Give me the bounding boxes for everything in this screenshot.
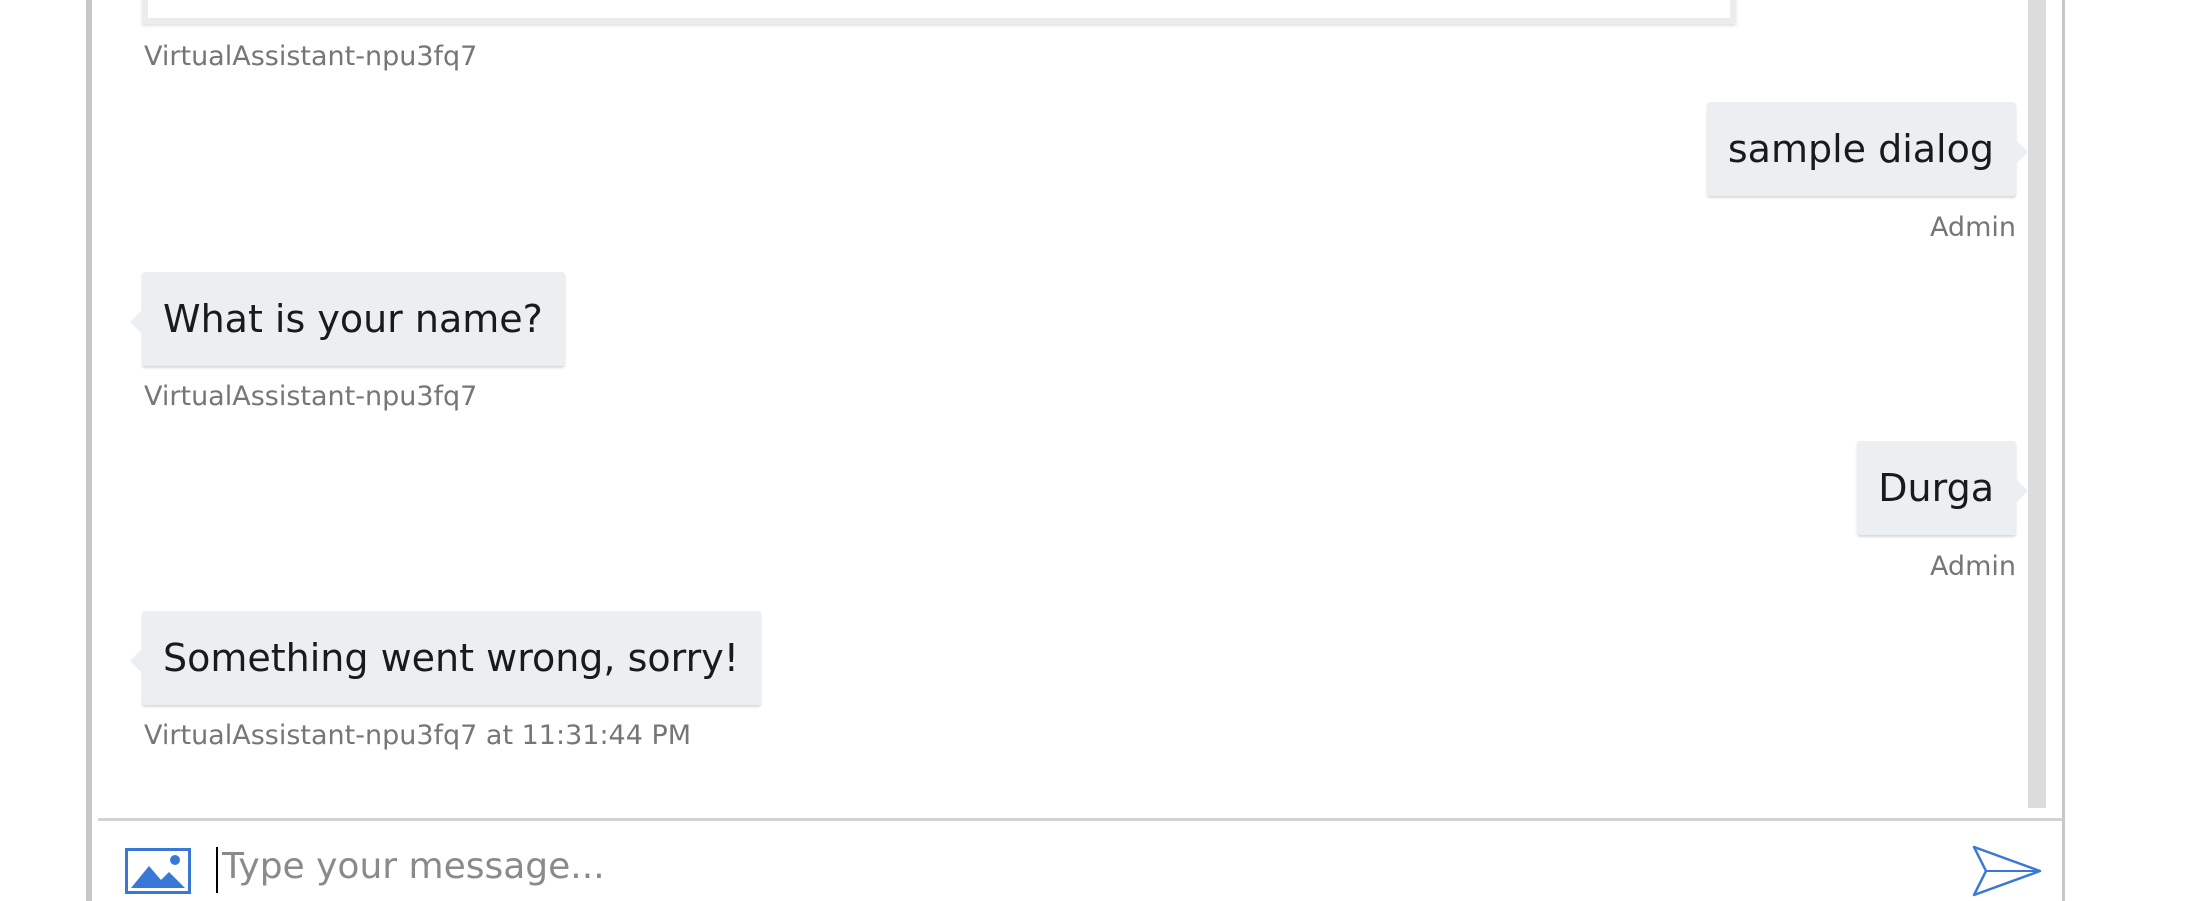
message-timestamp: VirtualAssistant-npu3fq7 at 11:31:44 PM: [144, 720, 692, 751]
message-text: sample dialog: [1727, 127, 1994, 171]
bot-message-bubble: Something went wrong, sorry!: [130, 611, 761, 705]
send-button[interactable]: [1972, 845, 2042, 897]
message-history[interactable]: VirtualAssistant-npu3fq7 sample dialog A…: [98, 0, 2058, 818]
send-icon: [1972, 845, 2042, 897]
message-sender: Admin: [1929, 212, 2016, 243]
message-sender: Admin: [1929, 551, 2016, 582]
message-text: Durga: [1878, 466, 1994, 510]
image-icon: [125, 848, 191, 894]
message-text: Something went wrong, sorry!: [163, 636, 739, 680]
user-message-bubble: Durga: [1857, 441, 2028, 535]
bot-message-bubble: What is your name?: [130, 272, 565, 366]
scrollbar[interactable]: [2028, 0, 2046, 808]
message-sender: VirtualAssistant-npu3fq7: [144, 381, 478, 412]
image-upload-button[interactable]: [125, 848, 191, 894]
message-input-bar: [98, 818, 2062, 901]
previous-card: [142, 0, 1736, 24]
message-sender: VirtualAssistant-npu3fq7: [144, 41, 478, 72]
text-caret: [216, 847, 218, 893]
message-input[interactable]: [216, 835, 1922, 897]
webchat-window: VirtualAssistant-npu3fq7 sample dialog A…: [86, 0, 2065, 901]
message-text: What is your name?: [163, 297, 543, 341]
page: VirtualAssistant-npu3fq7 sample dialog A…: [0, 0, 2193, 901]
user-message-bubble: sample dialog: [1706, 102, 2029, 196]
